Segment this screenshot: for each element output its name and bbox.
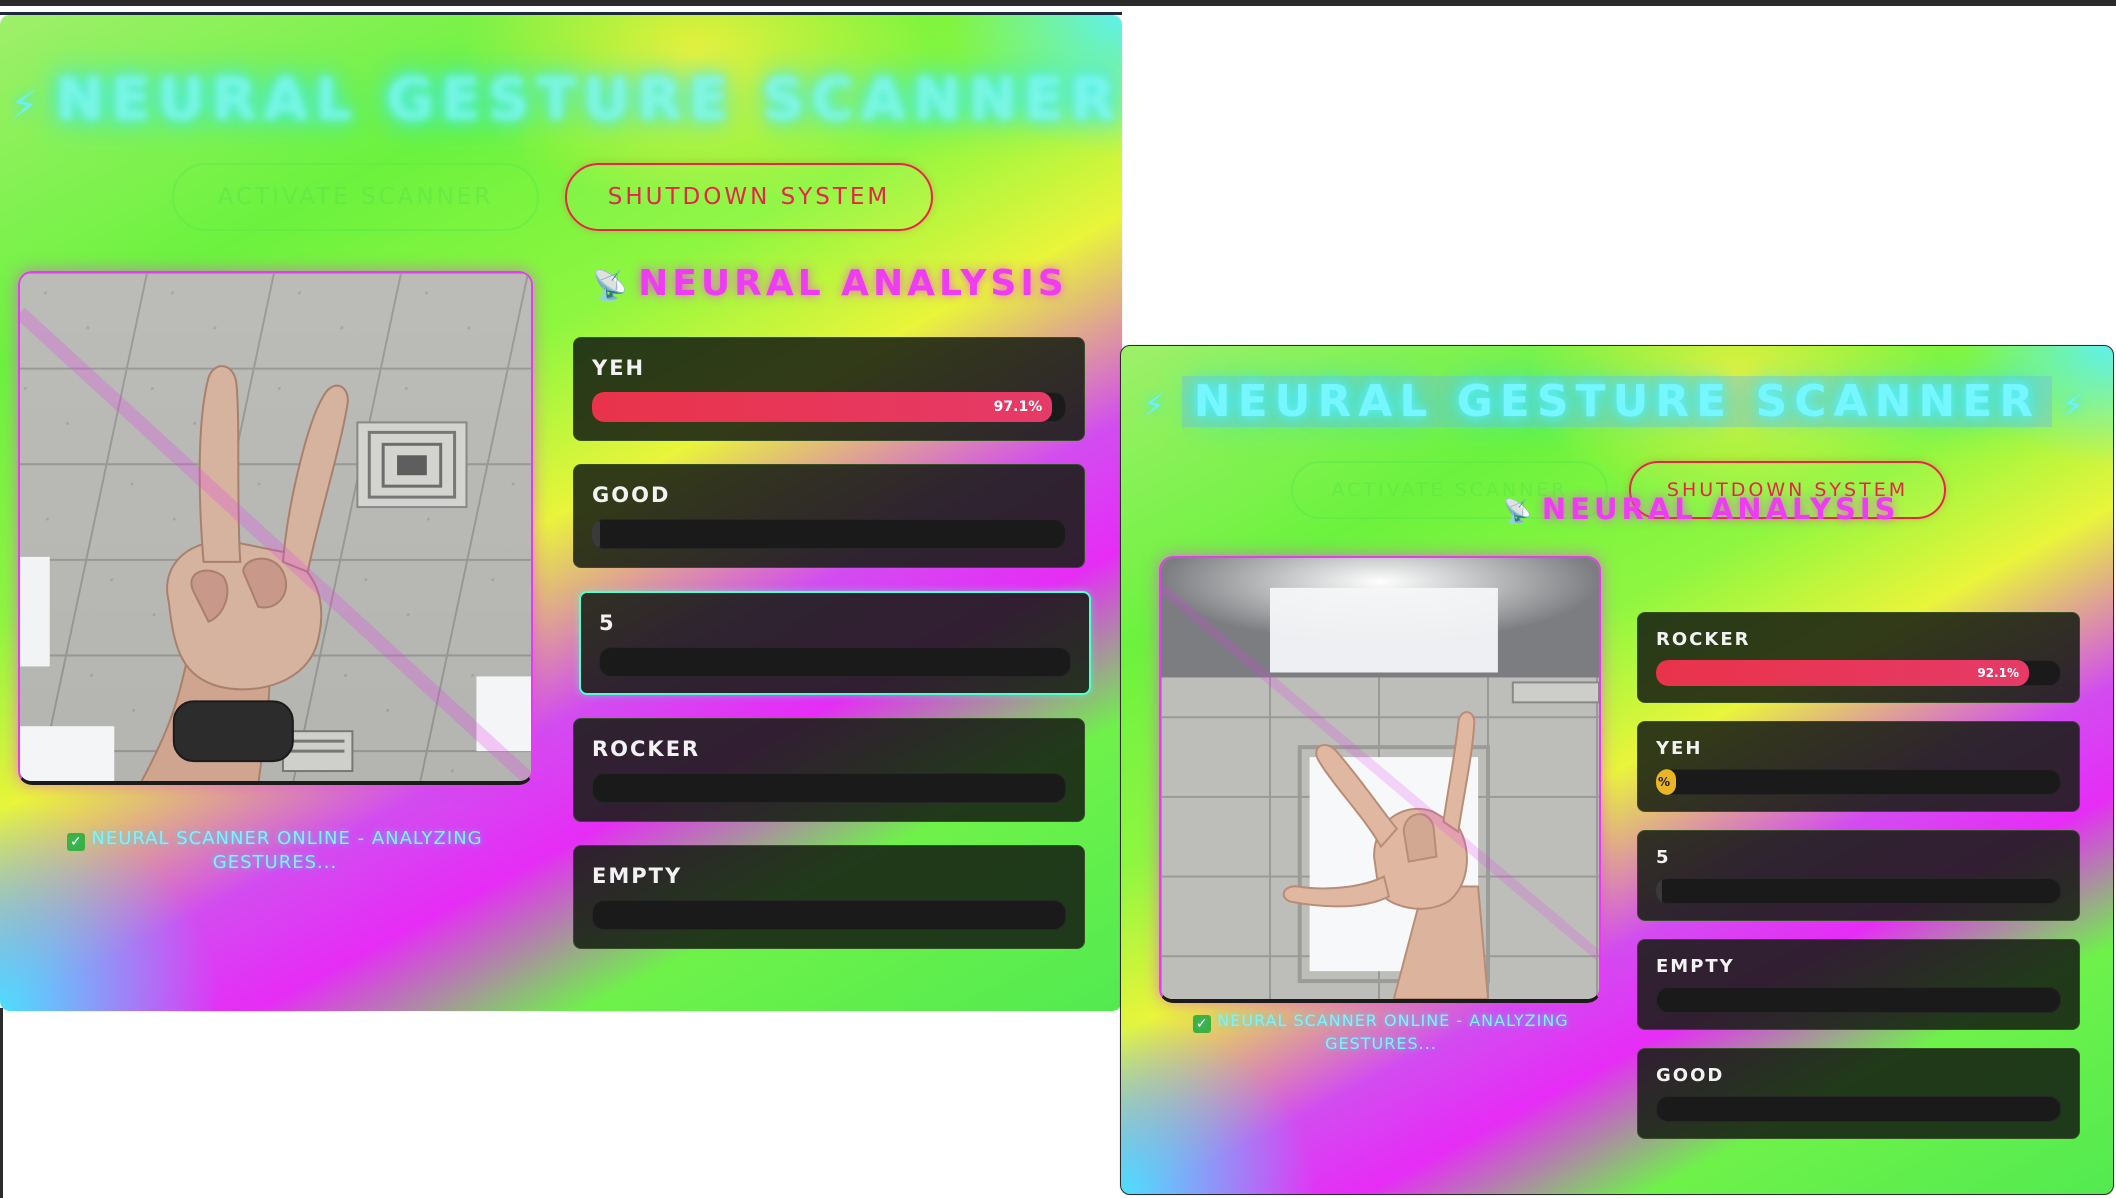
satellite-icon: 📡 <box>1503 498 1536 525</box>
confidence-bar <box>1656 987 2061 1013</box>
confidence-bar-fill <box>592 519 600 549</box>
confidence-percent: 97.1% <box>993 399 1043 415</box>
lightning-bolt-icon: ⚡ <box>10 81 46 129</box>
window-left-border <box>0 1008 3 1198</box>
gesture-label: GOOD <box>1656 1065 1725 1086</box>
gesture-label: 5 <box>599 611 616 635</box>
gesture-label: EMPTY <box>1656 956 1735 977</box>
gesture-label: EMPTY <box>592 864 683 888</box>
analysis-heading: 📡 NEURAL ANALYSIS <box>1503 492 1900 526</box>
confidence-bar <box>599 647 1071 677</box>
confidence-bar: % <box>1656 769 2061 795</box>
lightning-bolt-icon: ⚡ <box>1143 388 1172 424</box>
confidence-bar <box>592 900 1066 930</box>
confidence-bar <box>592 773 1066 803</box>
confidence-bar: 97.1% <box>592 392 1066 422</box>
gesture-label: GOOD <box>592 483 671 507</box>
gesture-label: YEH <box>592 356 646 380</box>
camera-image-rock-on-sign <box>1161 558 1599 999</box>
confidence-bar <box>1656 878 2061 904</box>
gesture-card: GOOD <box>573 464 1085 568</box>
activate-scanner-button[interactable]: ACTIVATE SCANNER <box>172 163 539 231</box>
gesture-label: YEH <box>1656 738 1703 759</box>
app-title: ⚡NEURAL GESTURE SCANNER⚡ <box>10 65 1122 133</box>
confidence-bar-fill: 97.1% <box>592 392 1053 422</box>
confidence-bar-fill <box>1656 878 1663 904</box>
checkbox-icon: ✓ <box>1193 1015 1212 1033</box>
lightning-bolt-icon: ⚡ <box>2062 388 2091 424</box>
gesture-card: EMPTY <box>1637 939 2080 1030</box>
gesture-card: YEH% <box>1637 721 2080 812</box>
confidence-bar-fill: % <box>1656 769 1677 795</box>
confidence-bar-fill: 92.1% <box>1656 660 2029 686</box>
satellite-icon: 📡 <box>592 268 633 302</box>
shutdown-system-button[interactable]: SHUTDOWN SYSTEM <box>565 163 933 231</box>
gesture-card: EMPTY <box>573 845 1085 949</box>
camera-feed <box>18 271 533 785</box>
checkbox-icon: ✓ <box>67 833 86 851</box>
scanner-status-text: ✓ NEURAL SCANNER ONLINE - ANALYZING GESTU… <box>1161 1010 1601 1054</box>
gesture-card: ROCKER 92.1% <box>1637 612 2080 703</box>
gesture-label: ROCKER <box>592 737 701 761</box>
gesture-label: 5 <box>1656 847 1671 868</box>
confidence-bar <box>592 519 1066 549</box>
confidence-bar <box>1656 1096 2061 1122</box>
camera-feed <box>1159 556 1601 1003</box>
gesture-label: ROCKER <box>1656 629 1751 650</box>
scanner-panel-2: ⚡ NEURAL GESTURE SCANNER ⚡ ACTIVATE SCANNE… <box>1120 345 2114 1195</box>
app-title: ⚡NEURAL GESTURE SCANNER⚡ <box>1143 376 2091 427</box>
gesture-card: YEH 97.1% <box>573 337 1085 441</box>
confidence-percent: % <box>1658 775 1671 789</box>
gesture-card: GOOD <box>1637 1048 2080 1139</box>
gesture-card: 5 <box>579 591 1091 695</box>
confidence-bar: 92.1% <box>1656 660 2061 686</box>
analysis-heading: 📡 NEURAL ANALYSIS <box>592 263 1068 304</box>
gesture-card: 5 <box>1637 830 2080 921</box>
gesture-card: ROCKER <box>573 718 1085 822</box>
camera-image-peace-sign <box>20 273 531 781</box>
scanner-panel-1: ⚡NEURAL GESTURE SCANNER⚡ ACTIVATE SCANNE… <box>0 15 1122 1011</box>
confidence-percent: 92.1% <box>1977 666 2019 680</box>
scanner-status-text: ✓ NEURAL SCANNER ONLINE - ANALYZING GESTU… <box>40 827 510 875</box>
window-top-border <box>0 0 2116 6</box>
